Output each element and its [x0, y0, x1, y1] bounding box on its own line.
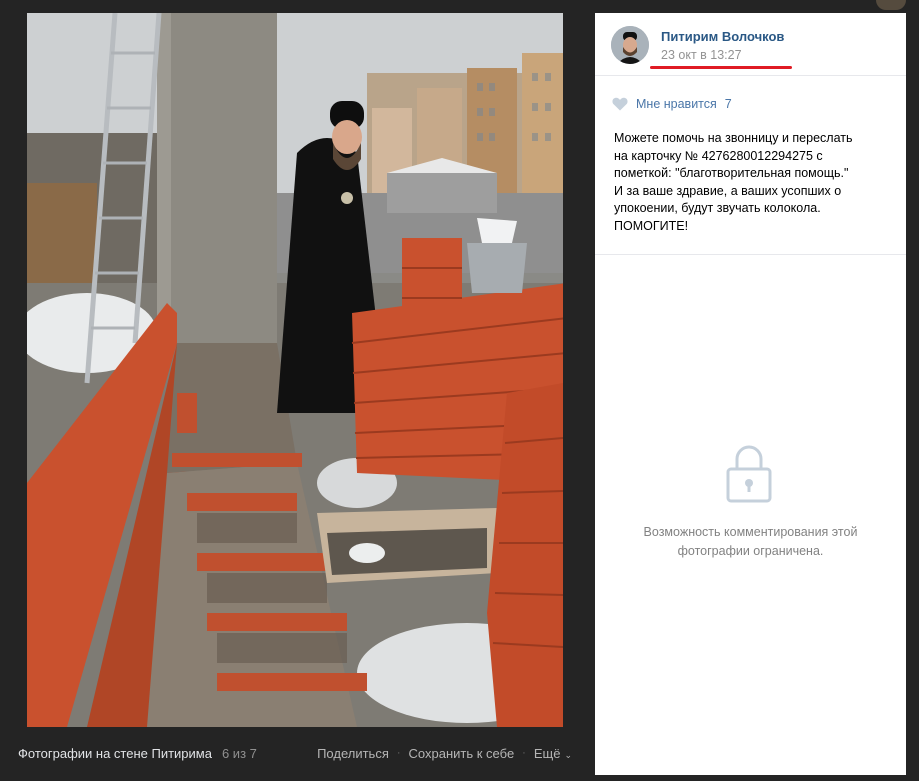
comments-restricted-message: Возможность комментирования этой фотогра… [595, 523, 906, 561]
post-text-line: упокоении, будут звучать колокола. [614, 201, 821, 215]
post-text-line: Можете помочь на звонницу и переслать [614, 131, 853, 145]
avatar-image [611, 26, 649, 64]
share-button[interactable]: Поделиться [317, 746, 389, 761]
post-text-line: пометкой: "благотворительная помощь." [614, 166, 849, 180]
author-name-link[interactable]: Питирим Волочков [661, 29, 784, 44]
post-text-line: И за ваше здравие, а ваших усопших о [614, 183, 842, 198]
post-header: Питирим Волочков 23 окт в 13:27 [595, 13, 906, 76]
post-text-line: на карточку № 4276280012294275 с [614, 148, 823, 163]
like-count: 7 [724, 97, 732, 111]
post-panel: Питирим Волочков 23 окт в 13:27 Мне нрав… [595, 13, 906, 775]
photo-image [27, 13, 563, 727]
save-button[interactable]: Сохранить к себе [409, 746, 515, 761]
divider [595, 254, 906, 255]
lock-icon [726, 443, 772, 503]
chevron-down-icon: ⌄ [564, 749, 572, 760]
photo-viewer: Фотографии на стене Питирима 6 из 7 Поде… [0, 0, 919, 781]
restricted-line: Возможность комментирования этой [643, 525, 858, 539]
like-label: Мне нравится [636, 97, 717, 111]
more-label: Ещё [533, 745, 561, 761]
photo-actions: Поделиться · Сохранить к себе · Ещё ⌄ [317, 733, 572, 773]
post-text-line: ПОМОГИТЕ! [614, 218, 689, 233]
photo[interactable] [27, 13, 563, 727]
photo-footer: Фотографии на стене Питирима 6 из 7 Поде… [0, 733, 590, 773]
author-avatar[interactable] [611, 26, 649, 64]
photo-counter: 6 из 7 [221, 745, 257, 761]
like-button[interactable]: Мне нравится 7 [612, 97, 732, 111]
more-button[interactable]: Ещё ⌄ [534, 746, 572, 761]
user-avatar-partial [876, 0, 906, 10]
separator-dot: · [396, 747, 401, 759]
separator-dot: · [522, 747, 526, 759]
restricted-line: фотографии ограничена. [677, 544, 824, 558]
annotation-underline [650, 66, 792, 69]
album-title-link[interactable]: Фотографии на стене Питирима [18, 746, 212, 761]
heart-icon [612, 97, 628, 111]
post-text: Можете помочь на звонницу и переслать на… [614, 130, 899, 235]
post-date-link[interactable]: 23 окт в 13:27 [661, 48, 742, 62]
